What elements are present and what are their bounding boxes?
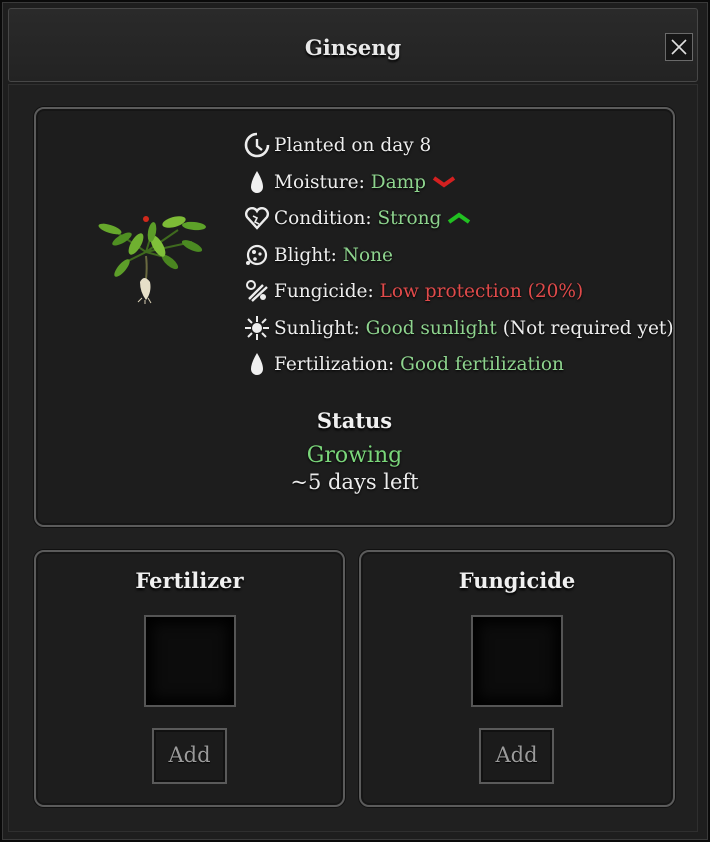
planted-text: Planted on day 8	[274, 134, 432, 156]
blight-icon	[246, 244, 268, 266]
close-button[interactable]	[665, 33, 693, 61]
condition-label: Condition:	[274, 207, 372, 229]
fertilizer-title: Fertilizer	[135, 568, 244, 593]
fertilizer-drop-icon	[251, 353, 263, 375]
planted-row: Planted on day 8	[243, 131, 431, 159]
add-fertilizer-button[interactable]: Add	[152, 728, 227, 784]
blight-label: Blight:	[274, 244, 337, 266]
blight-value: None	[342, 244, 393, 266]
add-fungicide-button[interactable]: Add	[479, 728, 554, 784]
moisture-row: Moisture: Damp	[243, 168, 456, 196]
fertilization-row: Fertilization: Good fertilization	[243, 350, 564, 378]
condition-row: Condition: Strong	[243, 204, 471, 232]
days-left: ~5 days left	[290, 470, 419, 494]
blight-row: Blight: None	[243, 241, 393, 269]
sunlight-label: Sunlight:	[274, 317, 360, 339]
water-drop-icon	[251, 171, 263, 193]
trend-up-icon	[448, 212, 471, 224]
moisture-value: Damp	[370, 171, 427, 193]
heart-icon	[244, 206, 270, 230]
sunlight-value: Good sunlight	[365, 317, 497, 339]
condition-value: Strong	[377, 207, 442, 229]
fungicide-label: Fungicide:	[274, 280, 374, 302]
sunlight-row: Sunlight: Good sunlight (Not required ye…	[243, 314, 674, 342]
clock-icon	[244, 132, 270, 158]
moisture-label: Moisture:	[274, 171, 365, 193]
fungicide-row: Fungicide: Low protection (20%)	[243, 277, 583, 305]
status-title: Status	[316, 408, 393, 433]
status-value: Growing	[306, 443, 403, 468]
sunlight-note: (Not required yet)	[502, 317, 674, 339]
ginseng-plant-icon	[98, 216, 206, 304]
window-title: Ginseng	[304, 35, 402, 60]
sun-icon	[245, 316, 269, 340]
fungicide-slot[interactable]	[471, 615, 563, 707]
fertilization-label: Fertilization:	[274, 353, 395, 375]
fertilization-value: Good fertilization	[400, 353, 564, 375]
fungicide-icon	[246, 280, 268, 302]
trend-down-icon	[432, 176, 456, 188]
fungicide-value: Low protection (20%)	[379, 280, 584, 302]
title-bar: Ginseng	[8, 8, 698, 82]
fungicide-title: Fungicide	[458, 568, 576, 593]
fertilizer-slot[interactable]	[144, 615, 236, 707]
close-icon	[671, 39, 687, 55]
